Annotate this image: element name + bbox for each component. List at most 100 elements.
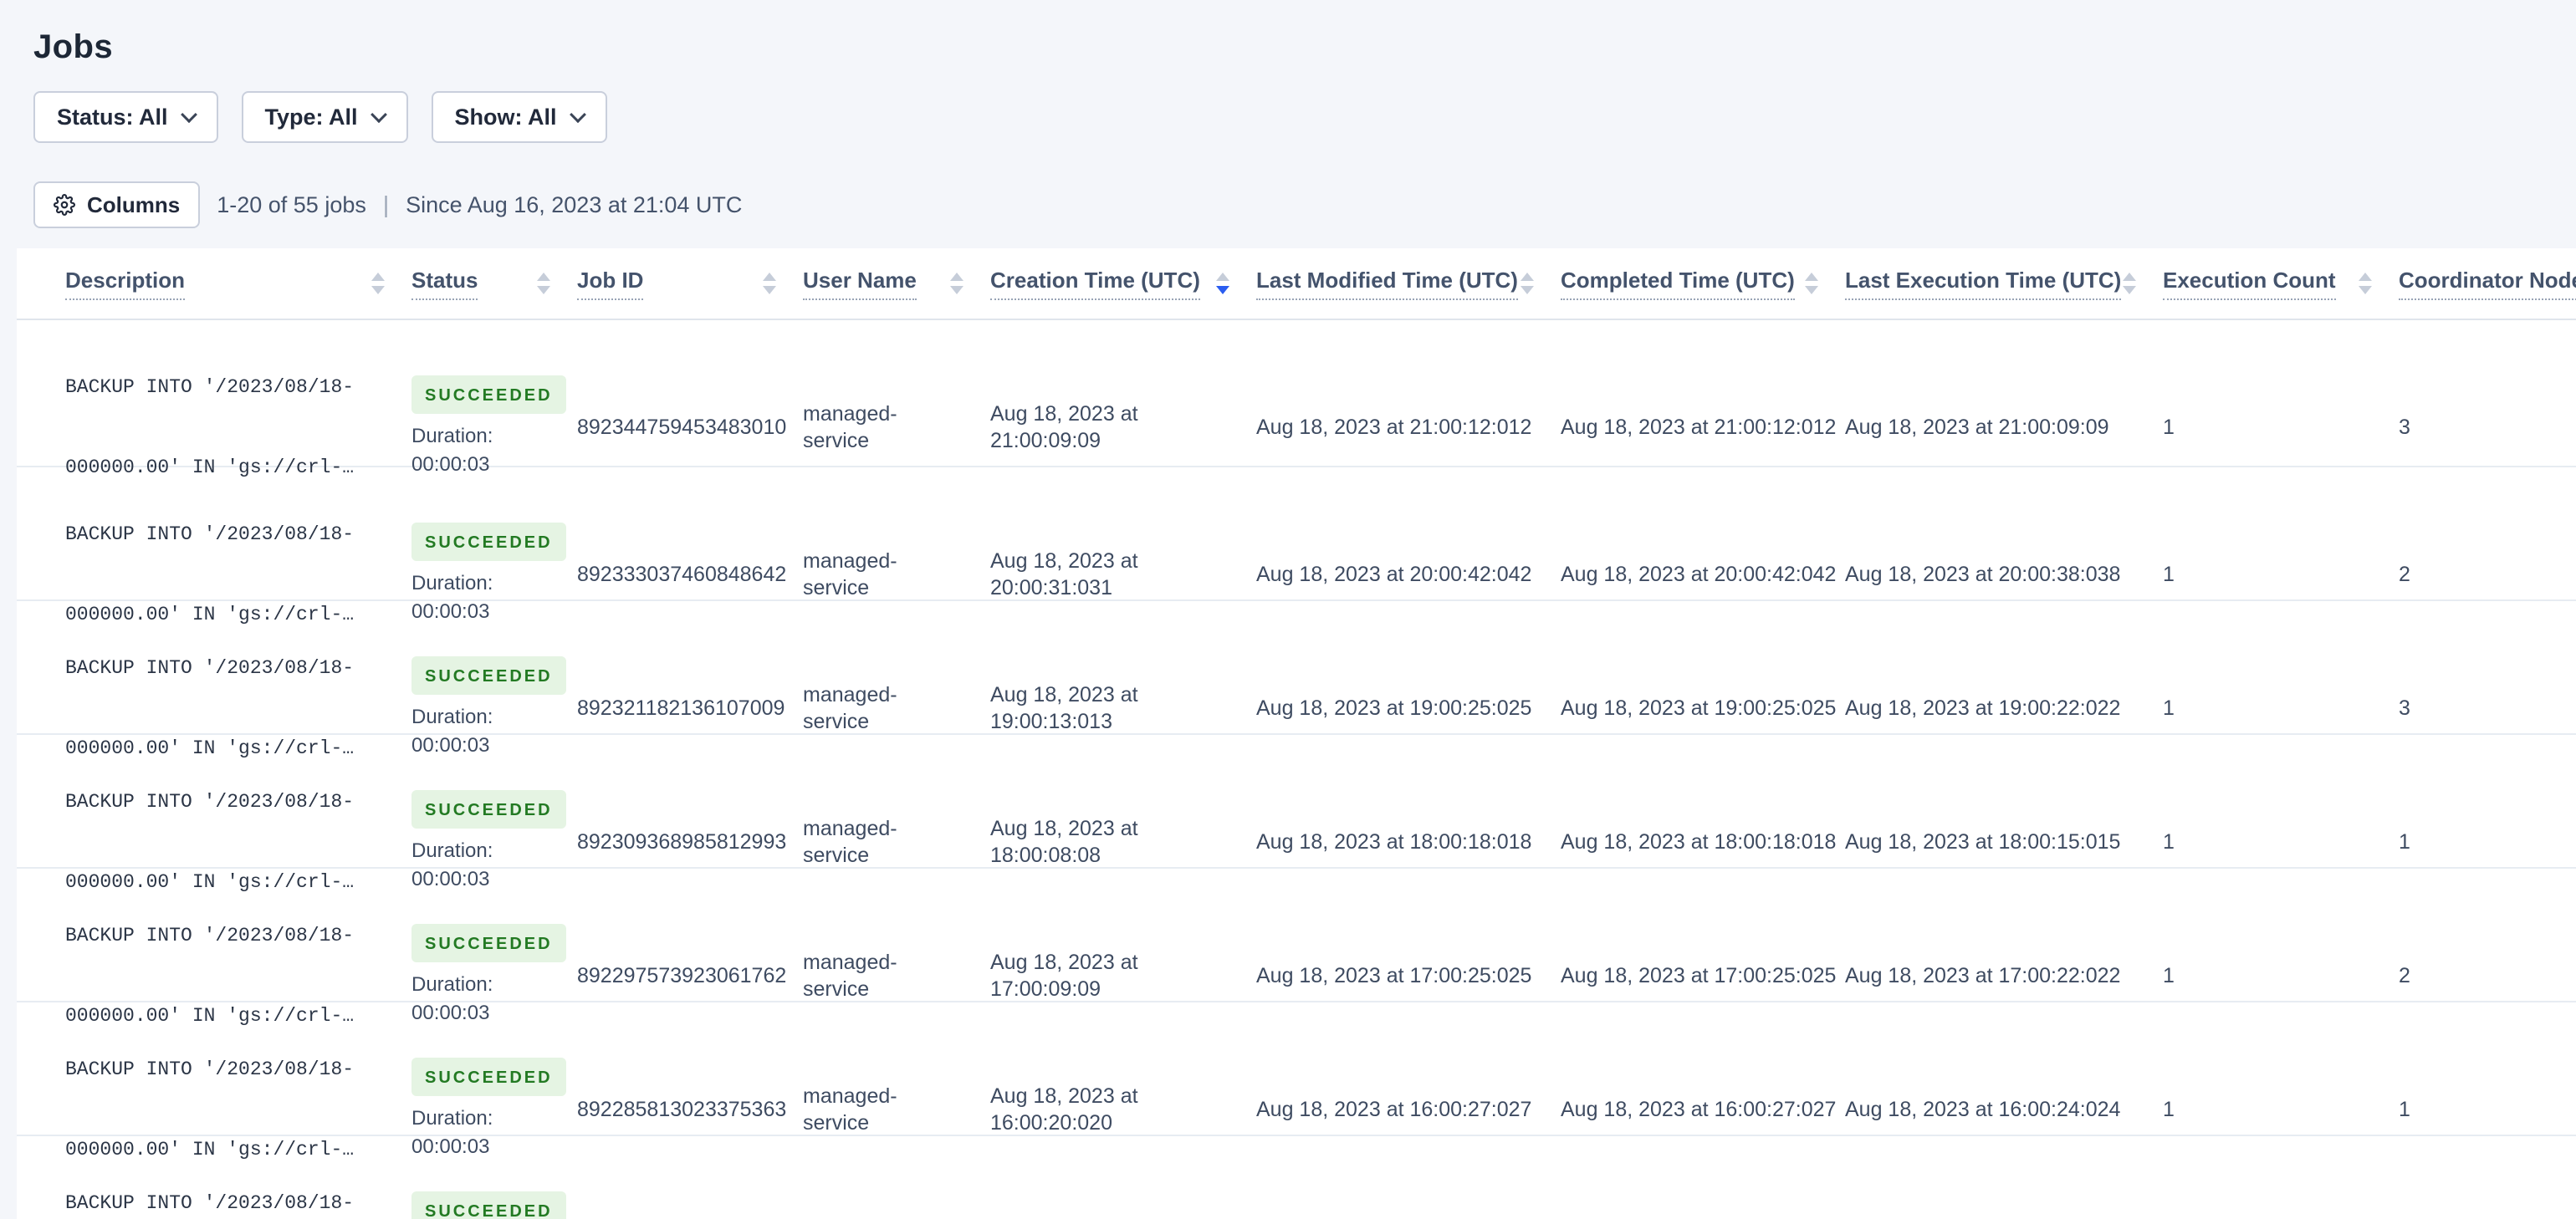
duration-value: 00:00:03 xyxy=(411,734,490,757)
cell-completed-time: Aug 18, 2023 at 19:00:25:025 xyxy=(1561,696,1837,720)
table-row: BACKUP INTO '/2023/08/18- 000000.00' IN … xyxy=(17,466,2576,625)
description-line-1: BACKUP INTO '/2023/08/18- xyxy=(65,1058,355,1080)
status-badge: SUCCEEDED xyxy=(411,924,566,962)
cell-last-modified-time: Aug 18, 2023 at 16:00:27:027 xyxy=(1256,1098,1532,1121)
cell-last-execution-time: Aug 18, 2023 at 16:00:24:024 xyxy=(1845,1098,2121,1121)
sort-asc-icon xyxy=(763,273,776,281)
status-badge: SUCCEEDED xyxy=(411,790,566,829)
sort-arrows-icon xyxy=(2359,273,2372,294)
sort-desc-icon xyxy=(537,286,550,294)
sort-desc-icon xyxy=(1805,286,1818,294)
sort-asc-icon xyxy=(537,273,550,281)
status-badge: SUCCEEDED xyxy=(411,375,566,414)
description-line-1: BACKUP INTO '/2023/08/18- xyxy=(65,791,355,813)
status-filter-dropdown[interactable]: Status: All xyxy=(33,91,218,143)
chevron-down-icon xyxy=(370,106,387,124)
column-header[interactable]: User Name xyxy=(803,248,990,319)
column-header[interactable]: Execution Count xyxy=(2163,248,2399,319)
cell-last-modified-time: Aug 18, 2023 at 21:00:12:012 xyxy=(1256,416,1532,439)
sort-arrows-icon xyxy=(1805,273,1818,294)
user-name-text: managed-service xyxy=(803,817,897,867)
duration-label: Duration: xyxy=(411,839,493,862)
description-line-1: BACKUP INTO '/2023/08/18- xyxy=(65,925,355,946)
sort-asc-icon xyxy=(1216,273,1229,281)
cell-last-execution-time: Aug 18, 2023 at 19:00:22:022 xyxy=(1845,696,2121,720)
cell-coordinator-node: 2 xyxy=(2399,563,2410,586)
cell-coordinator-node: 2 xyxy=(2399,964,2410,987)
cell-description: BACKUP INTO '/2023/08/18- 000000.00' IN … xyxy=(17,1136,411,1219)
column-header-label: Completed Time (UTC) xyxy=(1561,268,1795,300)
column-header-label: Execution Count xyxy=(2163,268,2336,300)
cell-status: SUCCEEDED Duration: 00:00:03 xyxy=(411,1191,577,1219)
cell-execution-count: 1 xyxy=(2163,1098,2175,1121)
columns-button[interactable]: Columns xyxy=(33,181,201,228)
sort-desc-icon xyxy=(1216,286,1229,294)
columns-button-label: Columns xyxy=(87,191,181,217)
column-header[interactable]: Creation Time (UTC) xyxy=(990,248,1256,319)
sort-desc-icon xyxy=(2123,286,2136,294)
user-name-text: managed-service xyxy=(803,402,897,452)
column-header-label: Coordinator Node xyxy=(2399,268,2576,300)
column-header[interactable]: Job ID xyxy=(577,248,803,319)
cell-creation-time: Aug 18, 2023 at 19:00:13:013 xyxy=(990,681,1256,735)
creation-time-text: Aug 18, 2023 at 16:00:20:020 xyxy=(990,1084,1138,1135)
sort-arrows-icon xyxy=(763,273,776,294)
cell-execution-count: 1 xyxy=(2163,830,2175,854)
creation-time-text: Aug 18, 2023 at 17:00:09:09 xyxy=(990,951,1138,1001)
column-header[interactable]: Description xyxy=(17,248,411,319)
cell-coordinator-node: 3 xyxy=(2399,416,2410,439)
sort-desc-icon xyxy=(371,286,385,294)
cell-user-name: managed-service xyxy=(803,815,990,869)
cell-execution-count: 1 xyxy=(2163,563,2175,586)
sort-desc-icon xyxy=(950,286,963,294)
cell-completed-time: Aug 18, 2023 at 20:00:42:042 xyxy=(1561,563,1837,586)
description-line-1: BACKUP INTO '/2023/08/18- xyxy=(65,657,355,679)
duration-label: Duration: xyxy=(411,973,493,996)
column-header-label: Job ID xyxy=(577,268,644,300)
sort-desc-icon xyxy=(763,286,776,294)
results-summary: 1-20 of 55 jobs | Since Aug 16, 2023 at … xyxy=(217,191,742,218)
column-header-label: Description xyxy=(65,268,186,300)
cell-status: SUCCEEDED Duration: 00:00:03 xyxy=(411,924,577,1028)
chevron-down-icon xyxy=(569,106,586,124)
filter-row: Status: All Type: All Show: All xyxy=(33,91,2576,143)
column-header-label: Creation Time (UTC) xyxy=(990,268,1200,300)
chevron-down-icon xyxy=(180,106,197,124)
cell-user-name: managed-service xyxy=(803,949,990,1002)
sort-asc-icon xyxy=(1805,273,1818,281)
column-header[interactable]: Last Execution Time (UTC) xyxy=(1845,248,2163,319)
cell-status: SUCCEEDED Duration: 00:00:03 xyxy=(411,656,577,760)
duration-value: 00:00:03 xyxy=(411,453,490,476)
show-filter-dropdown[interactable]: Show: All xyxy=(431,91,607,143)
sort-arrows-icon xyxy=(1216,273,1229,294)
type-filter-dropdown[interactable]: Type: All xyxy=(241,91,408,143)
status-badge: SUCCEEDED xyxy=(411,1058,566,1096)
cell-job-id: 892309368985812993 xyxy=(577,830,787,854)
cell-last-execution-time: Aug 18, 2023 at 17:00:22:022 xyxy=(1845,964,2121,987)
cell-execution-count: 1 xyxy=(2163,416,2175,439)
cell-status: SUCCEEDED Duration: 00:00:03 xyxy=(411,523,577,626)
column-header[interactable]: Coordinator Node xyxy=(2399,248,2576,319)
cell-creation-time: Aug 18, 2023 at 16:00:20:020 xyxy=(990,1083,1256,1136)
column-header[interactable]: Completed Time (UTC) xyxy=(1561,248,1845,319)
jobs-count: 1-20 of 55 jobs xyxy=(217,191,366,217)
page-title: Jobs xyxy=(33,28,113,65)
duration-value: 00:00:03 xyxy=(411,1002,490,1024)
show-filter-label: Show: All xyxy=(454,104,557,130)
column-header[interactable]: Status xyxy=(411,248,577,319)
cell-last-modified-time: Aug 18, 2023 at 18:00:18:018 xyxy=(1256,830,1532,854)
sort-arrows-icon xyxy=(537,273,550,294)
sort-asc-icon xyxy=(2123,273,2136,281)
duration-label: Duration: xyxy=(411,1107,493,1130)
duration-label: Duration: xyxy=(411,706,493,728)
cell-creation-time: Aug 18, 2023 at 20:00:31:031 xyxy=(990,548,1256,601)
cell-completed-time: Aug 18, 2023 at 18:00:18:018 xyxy=(1561,830,1837,854)
sort-arrows-icon xyxy=(2123,273,2136,294)
column-header[interactable]: Last Modified Time (UTC) xyxy=(1256,248,1561,319)
cell-status: SUCCEEDED Duration: 00:00:03 xyxy=(411,375,577,479)
status-badge: SUCCEEDED xyxy=(411,656,566,695)
sort-asc-icon xyxy=(950,273,963,281)
cell-job-id: 892321182136107009 xyxy=(577,696,785,720)
cell-creation-time: Aug 18, 2023 at 21:00:09:09 xyxy=(990,400,1256,454)
sort-arrows-icon xyxy=(1521,273,1534,294)
